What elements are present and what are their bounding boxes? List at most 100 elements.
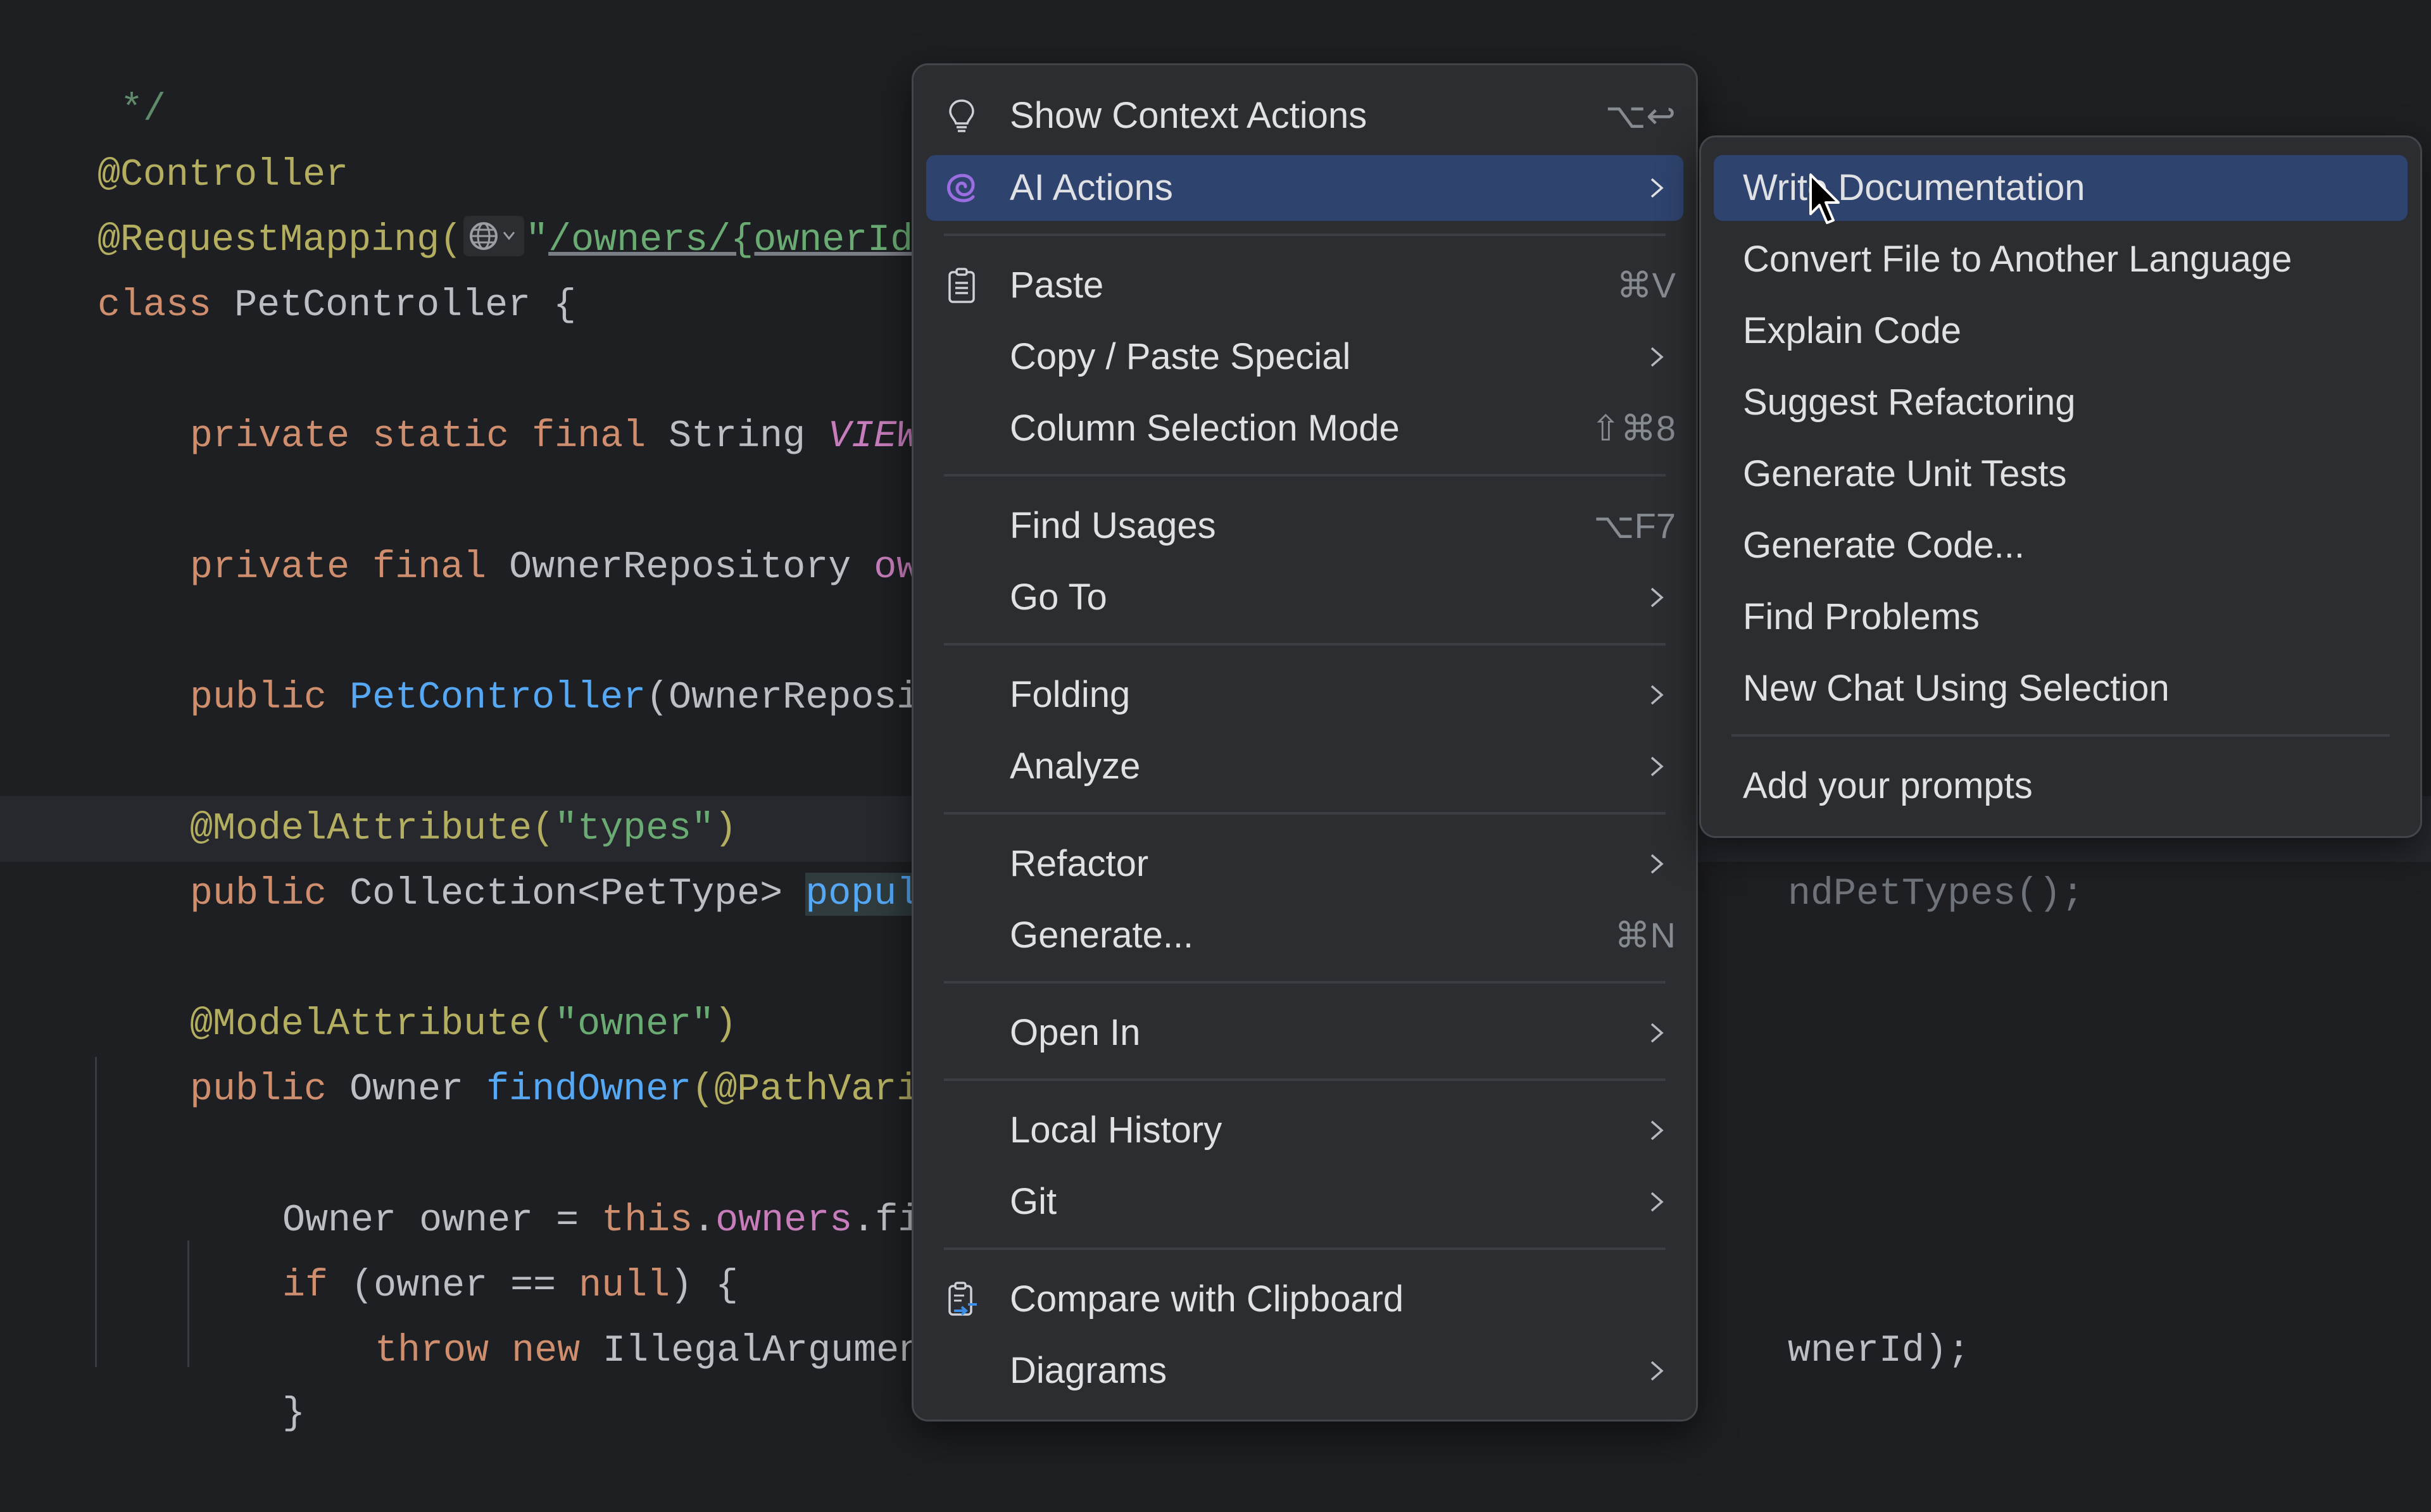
menu-item-paste[interactable]: Paste ⌘V — [926, 253, 1683, 318]
code-fragment: wnerId); — [1788, 1330, 1971, 1373]
keyword-token: public — [190, 1068, 350, 1111]
shortcut-label: ⌥↩ — [1605, 96, 1676, 135]
menu-item-label: Find Usages — [1010, 505, 1216, 546]
code-line: if (owner == null) { — [191, 1189, 738, 1308]
url-link[interactable]: /owners/{ownerId} — [548, 219, 936, 262]
menu-item-refactor[interactable]: Refactor — [926, 831, 1683, 897]
ai-spiral-icon — [943, 169, 981, 207]
function-token: PetController — [349, 677, 646, 720]
chevron-right-icon — [1650, 685, 1664, 705]
code-line: private static final String VIEWS_P — [99, 339, 988, 458]
type-token: OwnerRepository — [509, 546, 874, 589]
menu-item-label: Local History — [1010, 1109, 1222, 1151]
menu-item-folding[interactable]: Folding — [926, 662, 1683, 728]
menu-separator — [944, 474, 1666, 477]
submenu-item-explain-code[interactable]: Explain Code — [1714, 298, 2408, 364]
menu-separator — [944, 1078, 1666, 1081]
chevron-right-icon — [1650, 587, 1664, 608]
menu-item-generate[interactable]: Generate... ⌘N — [926, 903, 1683, 968]
menu-item-label: Refactor — [1010, 843, 1149, 884]
submenu-item-add-your-prompts[interactable]: Add your prompts — [1714, 753, 2408, 819]
keyword-token: throw new — [375, 1330, 603, 1373]
menu-item-label: Git — [1010, 1181, 1057, 1222]
type-token: Owner — [349, 1068, 487, 1111]
code-line: throw new IllegalArgumentEx — [284, 1254, 990, 1373]
chevron-right-icon — [1650, 178, 1664, 198]
code-line: public Owner findOwner(@PathVariabl — [99, 992, 988, 1111]
menu-item-label: Generate Unit Tests — [1743, 453, 2067, 494]
menu-item-label: Folding — [1010, 674, 1131, 715]
chevron-right-icon — [1650, 1023, 1664, 1043]
type-token: Collection<PetType> — [349, 873, 806, 916]
submenu-item-generate-unit-tests[interactable]: Generate Unit Tests — [1714, 441, 2408, 507]
submenu-item-find-problems[interactable]: Find Problems — [1714, 584, 2408, 650]
menu-item-label: Analyze — [1010, 746, 1141, 787]
submenu-item-generate-code[interactable]: Generate Code... — [1714, 513, 2408, 578]
menu-item-label: Column Selection Mode — [1010, 408, 1400, 449]
menu-item-label: Diagrams — [1010, 1350, 1167, 1391]
code-line: wnerId); — [1697, 1254, 1970, 1373]
shortcut-label: ⌘V — [1616, 265, 1676, 305]
chevron-right-icon — [1650, 347, 1664, 367]
menu-item-go-to[interactable]: Go To — [926, 565, 1683, 630]
chevron-right-icon — [1650, 756, 1664, 777]
submenu-item-suggest-refactoring[interactable]: Suggest Refactoring — [1714, 370, 2408, 435]
menu-item-label: Copy / Paste Special — [1010, 336, 1351, 377]
indent-guide — [187, 1240, 189, 1367]
menu-item-label: Suggest Refactoring — [1743, 382, 2076, 423]
clipboard-icon — [943, 266, 981, 304]
menu-separator — [944, 812, 1666, 815]
menu-item-ai-actions[interactable]: AI Actions — [926, 155, 1683, 221]
menu-separator — [944, 234, 1666, 236]
compare-clipboard-icon — [943, 1280, 981, 1318]
menu-item-column-selection-mode[interactable]: Column Selection Mode ⇧⌘8 — [926, 396, 1683, 461]
submenu-item-new-chat-using-selection[interactable]: New Chat Using Selection — [1714, 656, 2408, 722]
menu-item-find-usages[interactable]: Find Usages ⌥F7 — [926, 493, 1683, 559]
shortcut-label: ⇧⌘8 — [1590, 408, 1676, 448]
menu-item-open-in[interactable]: Open In — [926, 1000, 1683, 1066]
lightbulb-icon — [943, 97, 981, 135]
chevron-right-icon — [1650, 1361, 1664, 1381]
code-fragment: ndPetTypes(); — [1788, 873, 2107, 916]
shortcut-label: ⌘N — [1614, 915, 1676, 955]
code-line: */ — [6, 13, 166, 132]
code-line: @ModelAttribute("owner") — [99, 927, 737, 1046]
chevron-right-icon — [1650, 854, 1664, 874]
menu-item-label: Show Context Actions — [1010, 95, 1367, 136]
ai-actions-submenu: Write Documentation Convert File to Anot… — [1699, 135, 2422, 838]
menu-item-git[interactable]: Git — [926, 1169, 1683, 1235]
chevron-right-icon — [1650, 1120, 1664, 1140]
code-line: } — [191, 1316, 305, 1435]
code-line: Owner owner = this.owners.findB — [191, 1123, 989, 1242]
chevron-right-icon — [1650, 1192, 1664, 1212]
keyword-token: private final — [190, 546, 510, 589]
menu-item-show-context-actions[interactable]: Show Context Actions ⌥↩ — [926, 83, 1683, 149]
menu-item-label: AI Actions — [1010, 167, 1173, 208]
menu-separator — [944, 643, 1666, 646]
brace-token: } — [282, 1392, 306, 1435]
code-line: class PetController { — [6, 208, 576, 327]
menu-item-diagrams[interactable]: Diagrams — [926, 1338, 1683, 1404]
menu-item-label: New Chat Using Selection — [1743, 668, 2170, 709]
keyword-token: public — [190, 873, 350, 916]
menu-item-compare-with-clipboard[interactable]: Compare with Clipboard — [926, 1266, 1683, 1332]
code-line: public PetController(OwnerRepositor — [99, 601, 988, 720]
menu-separator — [944, 1247, 1666, 1250]
type-token: String — [669, 415, 829, 458]
code-line: public Collection<PetType> populate — [99, 797, 988, 916]
indent-guide — [95, 1057, 97, 1367]
keyword-token: private static final — [190, 415, 669, 458]
menu-item-local-history[interactable]: Local History — [926, 1097, 1683, 1163]
menu-item-label: Generate Code... — [1743, 525, 2025, 566]
code-line: @Controller — [6, 78, 348, 197]
menu-item-label: Generate... — [1010, 915, 1194, 956]
menu-item-label: Write Documentation — [1743, 167, 2085, 208]
submenu-item-convert-file[interactable]: Convert File to Another Language — [1714, 227, 2408, 292]
mouse-cursor-icon — [1809, 173, 1840, 224]
menu-item-copy-paste-special[interactable]: Copy / Paste Special — [926, 324, 1683, 390]
menu-item-analyze[interactable]: Analyze — [926, 734, 1683, 799]
keyword-token: class — [97, 284, 235, 327]
editor-context-menu: Show Context Actions ⌥↩ AI Actions Paste… — [912, 63, 1698, 1421]
class-name-token: PetController { — [234, 284, 577, 327]
menu-separator — [944, 981, 1666, 984]
